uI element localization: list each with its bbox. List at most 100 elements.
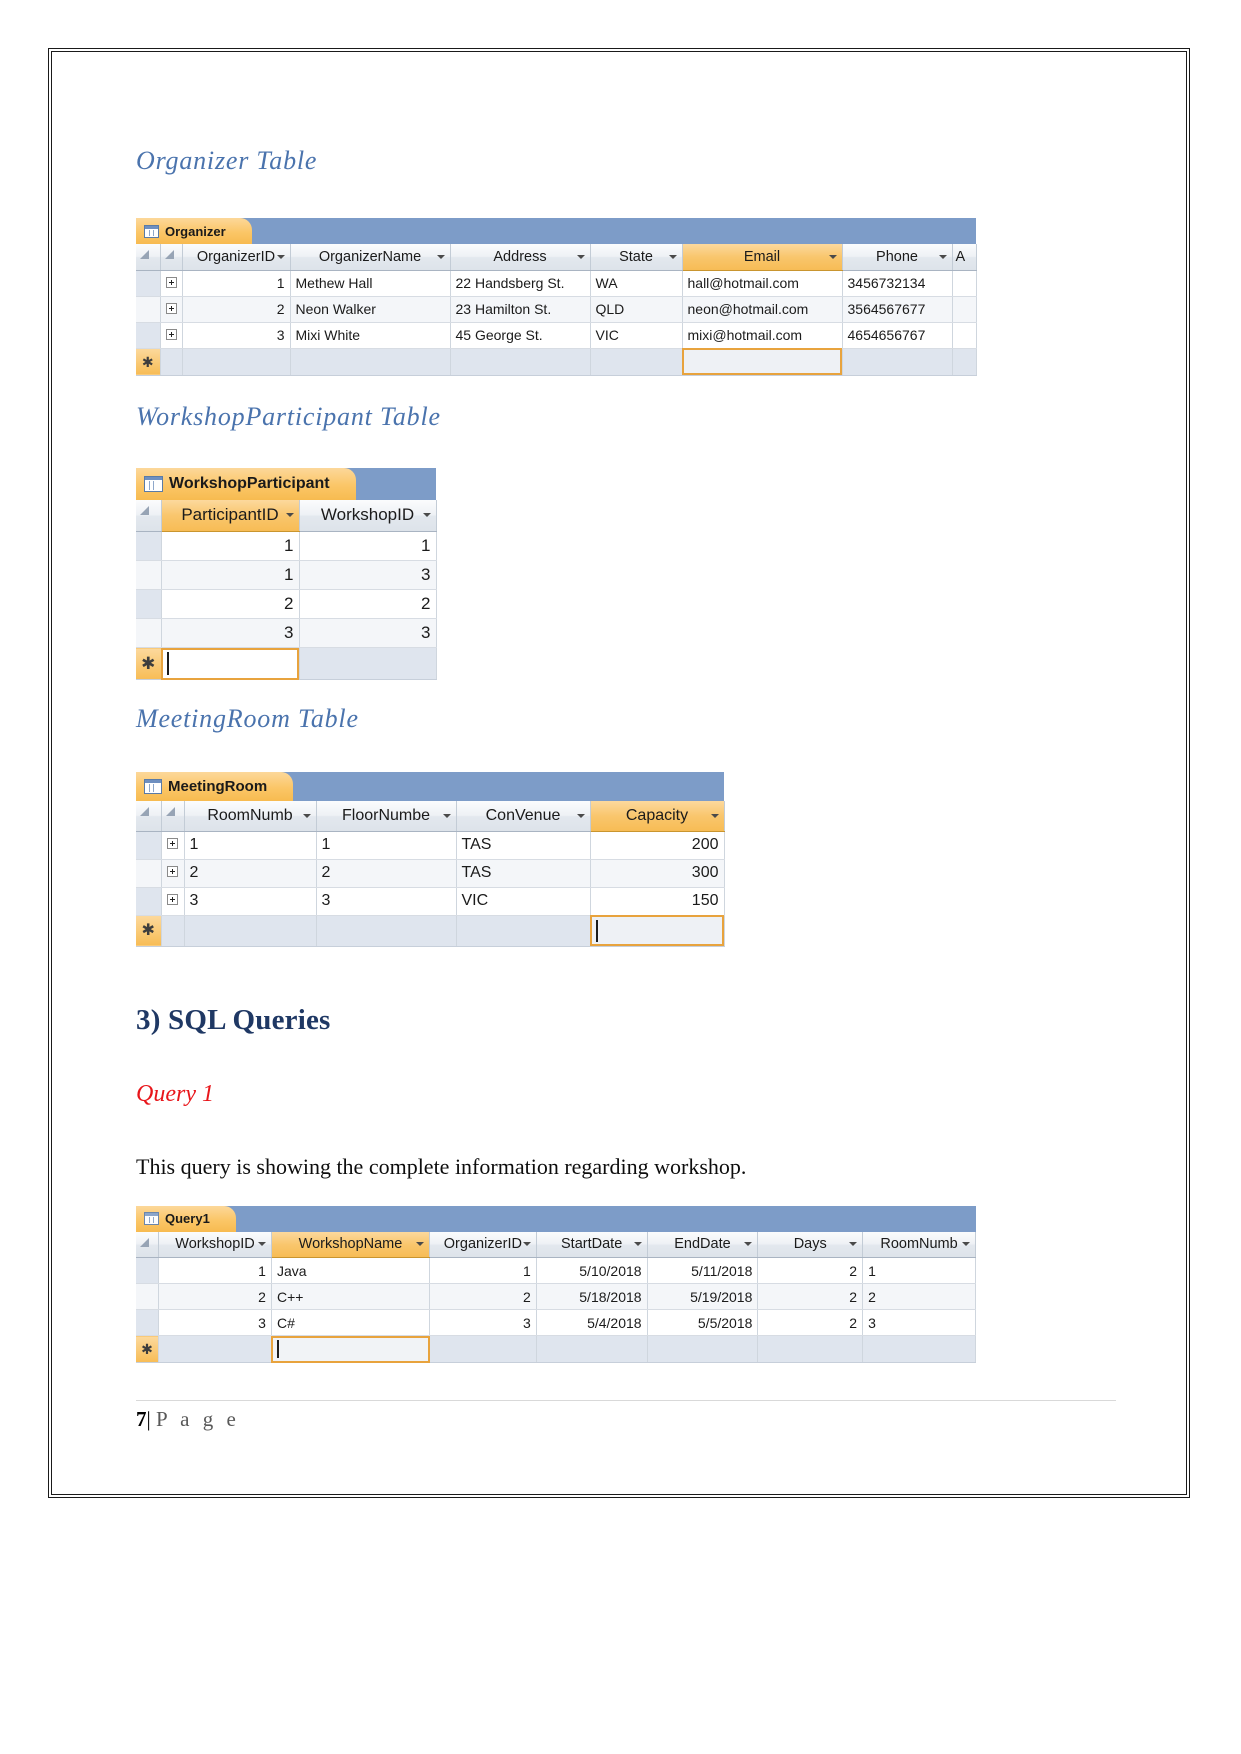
row-selector[interactable] — [136, 831, 162, 860]
table-row[interactable]: 3 3 VIC 150 — [136, 887, 725, 916]
cell-addnew[interactable] — [952, 296, 977, 323]
cell-addnew[interactable] — [952, 270, 977, 297]
row-expander[interactable] — [160, 296, 183, 323]
chevron-down-icon[interactable] — [416, 1242, 425, 1247]
new-record-row[interactable]: ✱ — [136, 348, 977, 376]
cell-address[interactable]: 22 Handsberg St. — [450, 270, 591, 297]
table-row[interactable]: 1 1 — [136, 531, 437, 561]
new-cell-capacity-focused[interactable] — [590, 915, 725, 947]
table-row[interactable]: 3 Mixi White 45 George St. VIC mixi@hotm… — [136, 322, 977, 349]
row-selector[interactable] — [136, 1309, 160, 1336]
cell-organizername[interactable]: Neon Walker — [290, 296, 451, 323]
new-cell-workshopname-focused[interactable] — [271, 1335, 431, 1363]
new-cell-organizername[interactable] — [290, 348, 451, 376]
new-cell-days[interactable] — [757, 1335, 864, 1363]
row-selector[interactable] — [136, 859, 162, 888]
plus-icon[interactable] — [167, 866, 178, 877]
chevron-down-icon[interactable] — [576, 813, 585, 818]
cell-capacity[interactable]: 200 — [590, 831, 725, 860]
meetingroom-grid[interactable]: RoomNumb FloorNumbe ConVenue Capacity 1 … — [136, 801, 725, 947]
new-cell-state[interactable] — [590, 348, 683, 376]
col-header-roomnumb[interactable]: RoomNumb — [862, 1231, 976, 1258]
cell-capacity[interactable]: 300 — [590, 859, 725, 888]
cell-enddate[interactable]: 5/19/2018 — [647, 1283, 759, 1310]
col-header-roomnumb[interactable]: RoomNumb — [184, 801, 317, 832]
plus-icon[interactable] — [165, 303, 177, 314]
cell-workshopid[interactable]: 2 — [299, 589, 437, 619]
workshopparticipant-tab[interactable]: WorkshopParticipant — [136, 467, 356, 500]
row-expander[interactable] — [161, 887, 185, 916]
chevron-down-icon[interactable] — [576, 254, 585, 259]
cell-roomnumb[interactable]: 1 — [184, 831, 317, 860]
row-selector[interactable] — [136, 1257, 160, 1284]
new-cell-workshopid[interactable] — [299, 647, 437, 680]
new-cell-addnew[interactable] — [952, 348, 977, 376]
cell-address[interactable]: 23 Hamilton St. — [450, 296, 591, 323]
cell-workshopname[interactable]: Java — [271, 1257, 431, 1284]
col-header-workshopid[interactable]: WorkshopID — [299, 499, 437, 532]
new-cell-roomnumb[interactable] — [862, 1335, 976, 1363]
cell-workshopname[interactable]: C# — [271, 1309, 431, 1336]
cell-days[interactable]: 2 — [757, 1309, 864, 1336]
meetingroom-tab[interactable]: MeetingRoom — [136, 772, 294, 801]
cell-workshopid[interactable]: 1 — [158, 1257, 272, 1284]
table-row[interactable]: 2 C++ 2 5/18/2018 5/19/2018 2 2 — [136, 1283, 976, 1310]
cell-roomnumb[interactable]: 2 — [184, 859, 317, 888]
col-header-addnew[interactable]: A — [952, 244, 977, 271]
cell-startdate[interactable]: 5/4/2018 — [536, 1309, 648, 1336]
col-header-days[interactable]: Days — [757, 1231, 864, 1258]
new-record-row[interactable]: ✱ — [136, 915, 725, 947]
col-header-startdate[interactable]: StartDate — [536, 1231, 648, 1258]
row-selector[interactable] — [136, 1283, 160, 1310]
new-cell-address[interactable] — [450, 348, 591, 376]
cell-email[interactable]: mixi@hotmail.com — [682, 322, 843, 349]
col-header-phone[interactable]: Phone — [842, 244, 953, 271]
cell-floornumbe[interactable]: 2 — [316, 859, 457, 888]
cell-email[interactable]: hall@hotmail.com — [682, 270, 843, 297]
col-header-state[interactable]: State — [590, 244, 683, 271]
cell-organizername[interactable]: Methew Hall — [290, 270, 451, 297]
col-header-organizerid[interactable]: OrganizerID — [182, 244, 291, 271]
row-selector[interactable] — [136, 560, 162, 590]
select-all-corner[interactable] — [136, 801, 162, 832]
cell-roomnumb[interactable]: 3 — [184, 887, 317, 916]
chevron-down-icon[interactable] — [436, 254, 445, 259]
row-selector[interactable] — [136, 322, 161, 349]
cell-workshopid[interactable]: 3 — [158, 1309, 272, 1336]
new-cell-convenue[interactable] — [456, 915, 591, 947]
workshopparticipant-grid[interactable]: ParticipantID WorkshopID 1 1 1 3 2 2 3 3… — [136, 499, 437, 680]
cell-convenue[interactable]: TAS — [456, 859, 591, 888]
cell-organizerid[interactable]: 2 — [182, 296, 291, 323]
chevron-down-icon[interactable] — [938, 254, 947, 259]
cell-startdate[interactable]: 5/10/2018 — [536, 1257, 648, 1284]
chevron-down-icon[interactable] — [668, 254, 677, 259]
cell-email[interactable]: neon@hotmail.com — [682, 296, 843, 323]
table-row[interactable]: 2 Neon Walker 23 Hamilton St. QLD neon@h… — [136, 296, 977, 323]
chevron-down-icon[interactable] — [285, 513, 294, 518]
row-expander[interactable] — [160, 322, 183, 349]
select-all-corner[interactable] — [136, 499, 162, 532]
new-cell-organizerid[interactable] — [429, 1335, 537, 1363]
cell-convenue[interactable]: VIC — [456, 887, 591, 916]
cell-organizerid[interactable]: 1 — [429, 1257, 537, 1284]
cell-organizerid[interactable]: 3 — [429, 1309, 537, 1336]
chevron-down-icon[interactable] — [522, 1242, 531, 1247]
cell-organizerid[interactable]: 3 — [182, 322, 291, 349]
cell-workshopid[interactable]: 3 — [299, 618, 437, 648]
col-header-convenue[interactable]: ConVenue — [456, 801, 591, 832]
col-header-capacity[interactable]: Capacity — [590, 801, 725, 832]
col-header-workshopname[interactable]: WorkshopName — [271, 1231, 431, 1258]
table-row[interactable]: 1 3 — [136, 560, 437, 590]
cell-organizername[interactable]: Mixi White — [290, 322, 451, 349]
cell-workshopid[interactable]: 1 — [299, 531, 437, 561]
cell-floornumbe[interactable]: 3 — [316, 887, 457, 916]
cell-startdate[interactable]: 5/18/2018 — [536, 1283, 648, 1310]
organizer-grid[interactable]: OrganizerID OrganizerName Address State … — [136, 244, 977, 376]
cell-floornumbe[interactable]: 1 — [316, 831, 457, 860]
cell-capacity[interactable]: 150 — [590, 887, 725, 916]
cell-roomnumb[interactable]: 3 — [862, 1309, 976, 1336]
row-selector[interactable] — [136, 531, 162, 561]
row-selector[interactable] — [136, 296, 161, 323]
col-header-floornumbe[interactable]: FloorNumbe — [316, 801, 457, 832]
chevron-down-icon[interactable] — [422, 513, 431, 518]
